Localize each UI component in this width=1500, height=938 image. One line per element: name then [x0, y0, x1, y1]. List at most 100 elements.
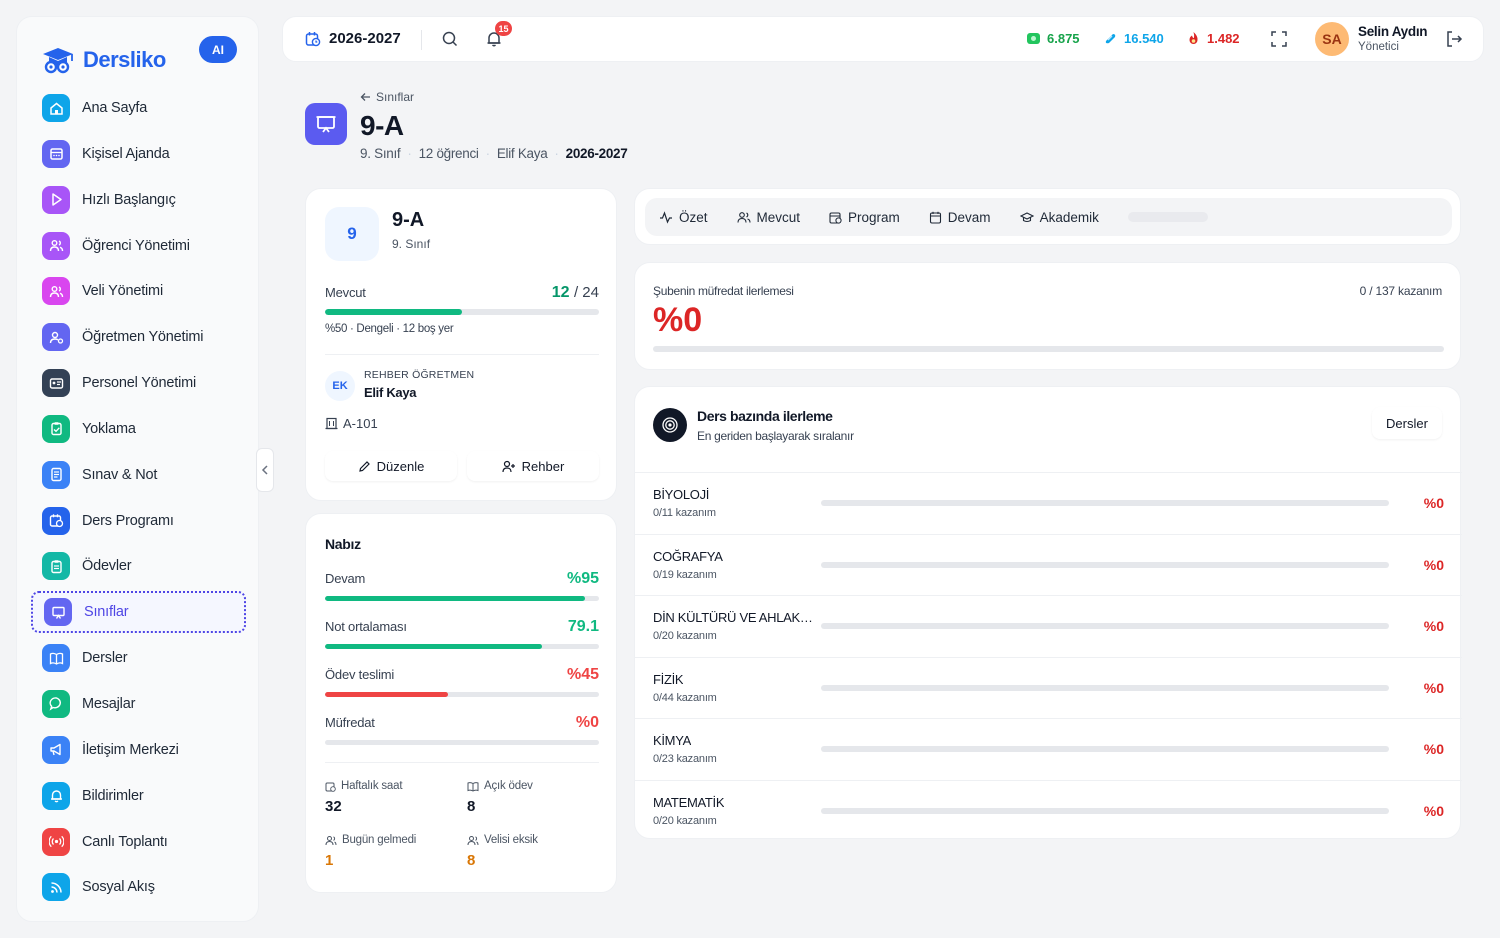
- class-actions: Düzenle Rehber: [325, 451, 599, 481]
- class-grade: 9. Sınıf: [392, 237, 431, 251]
- sidebar-item-label: Ana Sayfa: [82, 100, 148, 116]
- back-link[interactable]: Sınıflar: [360, 90, 414, 104]
- sidebar-item-bildirimler[interactable]: Bildirimler: [31, 775, 246, 817]
- assign-guide-button[interactable]: Rehber: [467, 451, 599, 481]
- sidebar-item-personel-yönetimi[interactable]: Personel Yönetimi: [31, 362, 246, 404]
- sidebar-item-label: Sınıflar: [84, 604, 129, 621]
- home-icon: [42, 94, 70, 122]
- subject-progress-bar: [821, 746, 1389, 753]
- curriculum-label: Şubenin müfredat ilerlemesi: [653, 284, 794, 298]
- brand-logo[interactable]: Dersliko: [39, 45, 166, 75]
- edit-button[interactable]: Düzenle: [325, 451, 457, 481]
- sidebar-item-canlı-toplantı[interactable]: Canlı Toplantı: [31, 821, 246, 863]
- pulse-card: Nabız Devam %95 Not ortalaması 79.1 Ödev tes…: [305, 513, 617, 893]
- subject-row[interactable]: FİZİK 0/44 kazanım %0: [635, 656, 1462, 719]
- stat-gem: 16.540: [1103, 31, 1164, 46]
- subject-row[interactable]: MATEMATİK 0/20 kazanım %0: [635, 779, 1462, 842]
- assign-guide-label: Rehber: [521, 458, 565, 474]
- sidebar-collapse-button[interactable]: [256, 448, 274, 492]
- logout-icon: [1447, 31, 1463, 47]
- teacher-avatar: EK: [325, 371, 355, 401]
- sidebar-item-label: İletişim Merkezi: [82, 741, 179, 758]
- play-icon: [42, 185, 70, 214]
- metric-label: Ödev teslimi: [325, 667, 395, 682]
- subject-row[interactable]: DİN KÜLTÜRÜ VE AHLAK ... 0/20 kazanım %0: [635, 595, 1462, 657]
- sidebar-item-mesajlar[interactable]: Mesajlar: [31, 683, 246, 725]
- gem-icon: [1105, 34, 1116, 44]
- document-icon: [42, 460, 70, 489]
- graduation-cap-icon: [1019, 211, 1034, 222]
- tab-program[interactable]: Program: [829, 210, 900, 225]
- sidebar-item-label: Kişisel Ajanda: [82, 145, 170, 162]
- tab-mevcut[interactable]: Mevcut: [736, 210, 800, 225]
- mevcut-bar-fill: [325, 309, 462, 315]
- stat-money: 6.875: [1026, 31, 1080, 46]
- academic-year-selector[interactable]: 2026-2027: [305, 30, 401, 47]
- sidebar-item-öğretmen-yönetimi[interactable]: Öğretmen Yönetimi: [31, 316, 246, 358]
- sidebar-item-label: Mesajlar: [82, 695, 136, 712]
- sidebar-item-dersler[interactable]: Dersler: [31, 637, 246, 679]
- subject-percent: %0: [1423, 618, 1444, 635]
- broadcast-icon: [42, 827, 70, 856]
- subject-progress-bar: [821, 561, 1389, 568]
- sidebar-item-kişisel-ajanda[interactable]: Kişisel Ajanda: [31, 133, 246, 175]
- book-icon: [42, 644, 70, 673]
- sidebar-item-ders-programı[interactable]: Ders Programı: [31, 500, 246, 542]
- search-button[interactable]: [441, 30, 459, 53]
- sidebar-item-sınıflar[interactable]: Sınıflar: [31, 591, 246, 634]
- sidebar-item-label: Öğretmen Yönetimi: [82, 329, 204, 346]
- user-info[interactable]: Selin Aydın Yönetici: [1358, 24, 1428, 53]
- bell-icon: [42, 781, 70, 810]
- class-name: 9-A: [392, 209, 425, 231]
- divider: [325, 354, 599, 355]
- ai-button[interactable]: AI: [199, 36, 237, 63]
- tabs-card: Özet Mevcut Program Devam Akademik: [634, 188, 1461, 245]
- sidebar-item-sınav-not[interactable]: Sınav & Not: [31, 454, 246, 496]
- sidebar-item-i-letişim-merkezi[interactable]: İletişim Merkezi: [31, 729, 246, 771]
- fullscreen-button[interactable]: [1270, 30, 1288, 53]
- sidebar-item-yoklama[interactable]: Yoklama: [31, 408, 246, 450]
- subject-progress-bar: [821, 623, 1389, 630]
- subject-name: DİN KÜLTÜRÜ VE AHLAK ...: [653, 610, 813, 626]
- sidebar-item-hızlı-başlangıç[interactable]: Hızlı Başlangıç: [31, 179, 246, 221]
- users-icon: [467, 835, 479, 845]
- sidebar-item-sosyal-akış[interactable]: Sosyal Akış: [31, 866, 246, 908]
- subject-name: COĞRAFYA: [653, 548, 723, 564]
- back-link-label: Sınıflar: [376, 90, 415, 104]
- tab-akademik[interactable]: Akademik: [1019, 210, 1099, 225]
- pulse-title: Nabız: [325, 536, 361, 552]
- mini-label: Açık ödev: [484, 780, 533, 792]
- subjects-button[interactable]: Dersler: [1372, 407, 1442, 439]
- subject-row[interactable]: COĞRAFYA 0/19 kazanım %0: [635, 533, 1462, 596]
- tab-ozet[interactable]: Özet: [659, 210, 708, 225]
- tab-label: Program: [848, 209, 900, 225]
- curriculum-percent: %0: [653, 301, 703, 339]
- subject-percent: %0: [1423, 741, 1444, 758]
- sidebar-item-ödevler[interactable]: Ödevler: [31, 545, 246, 587]
- sidebar-item-öğrenci-yönetimi[interactable]: Öğrenci Yönetimi: [31, 225, 246, 267]
- mevcut-note: %50 · Dengeli · 12 boş yer: [325, 323, 454, 335]
- curriculum-progress-card: Şubenin müfredat ilerlemesi 0 / 137 kaza…: [634, 262, 1461, 370]
- subject-count: 0/20 kazanım: [653, 630, 717, 643]
- mevcut-label: Mevcut: [325, 285, 366, 300]
- subject-row[interactable]: BİYOLOJİ 0/11 kazanım %0: [635, 472, 1462, 534]
- logout-button[interactable]: [1445, 30, 1463, 53]
- calendar-clock-icon: [305, 31, 321, 46]
- metric-bar-fill: [325, 644, 542, 649]
- stat-money-value: 6.875: [1047, 31, 1080, 46]
- subject-count: 0/20 kazanım: [653, 814, 717, 827]
- tab-devam[interactable]: Devam: [929, 210, 991, 225]
- sidebar-item-veli-yönetimi[interactable]: Veli Yönetimi: [31, 270, 246, 312]
- subject-progress-subtitle: En geriden başlayarak sıralanır: [697, 429, 854, 443]
- metric-value: %45: [566, 666, 599, 683]
- sidebar-item-ana-sayfa[interactable]: Ana Sayfa: [31, 87, 246, 129]
- subject-row[interactable]: KİMYA 0/23 kazanım %0: [635, 718, 1462, 780]
- mevcut-current: 12: [551, 284, 570, 301]
- mini-label: Bugün gelmedi: [342, 834, 417, 846]
- subject-percent: %0: [1423, 556, 1444, 573]
- user-avatar[interactable]: SA: [1315, 22, 1349, 56]
- subject-count: 0/11 kazanım: [653, 507, 716, 519]
- divider: [421, 30, 422, 50]
- arrow-left-icon: [360, 93, 370, 101]
- mini-label: Velisi eksik: [484, 834, 538, 846]
